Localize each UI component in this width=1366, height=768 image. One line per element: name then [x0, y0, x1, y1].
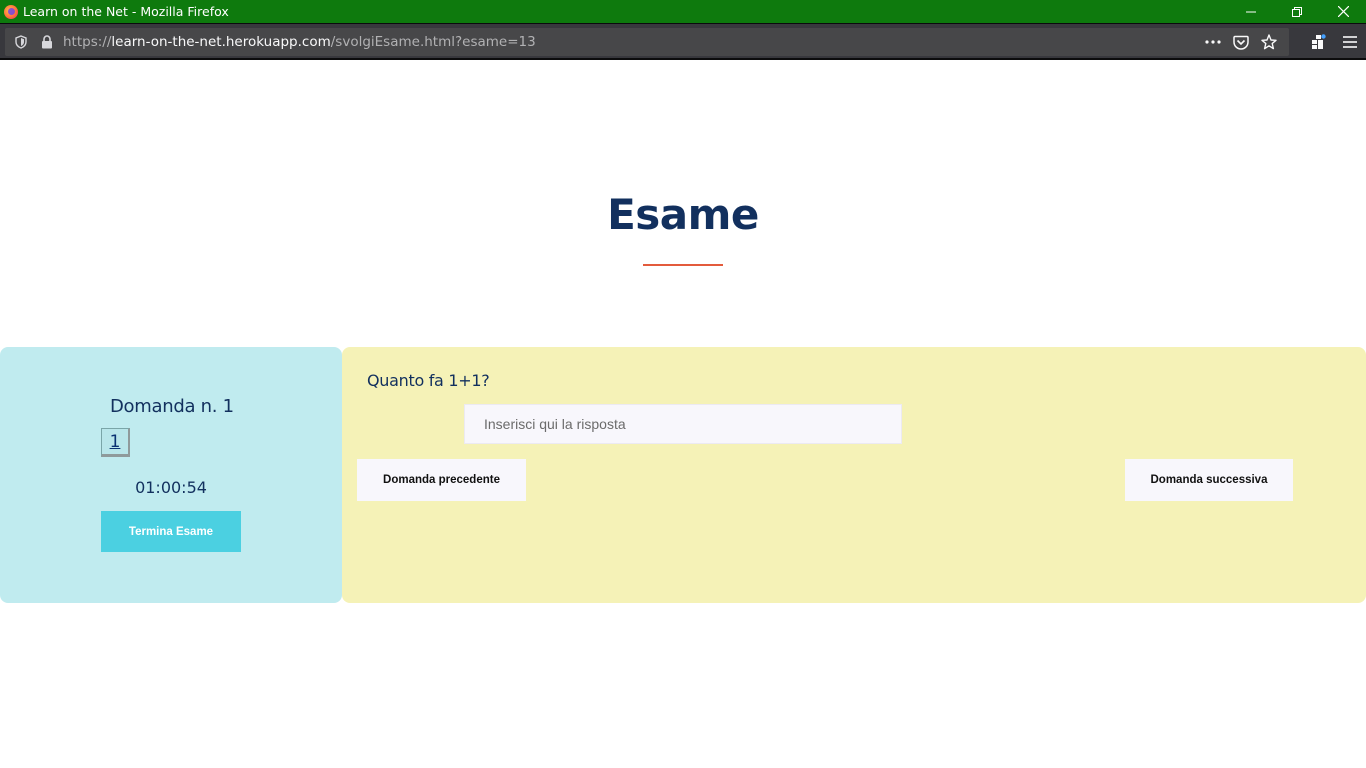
browser-toolbar: https://learn-on-the-net.herokuapp.com/s… [0, 23, 1366, 60]
next-question-button[interactable]: Domanda successiva [1125, 459, 1293, 501]
page-title: Esame [607, 190, 759, 239]
url-host: learn-on-the-net.herokuapp.com [111, 34, 331, 50]
page-actions-icon[interactable] [1199, 28, 1227, 56]
exam-sidebar-panel [0, 347, 342, 603]
firefox-logo-icon [4, 4, 18, 19]
hamburger-menu-icon[interactable] [1334, 28, 1366, 56]
restore-icon[interactable] [1274, 0, 1320, 23]
pocket-icon[interactable] [1227, 28, 1255, 56]
exam-timer: 01:00:54 [135, 478, 207, 497]
url-text[interactable]: https://learn-on-the-net.herokuapp.com/s… [63, 34, 536, 50]
end-exam-button[interactable]: Termina Esame [101, 511, 241, 552]
previous-question-button[interactable]: Domanda precedente [357, 459, 526, 501]
question-number-label: Domanda n. 1 [110, 396, 234, 417]
url-scheme: https:// [63, 34, 112, 50]
url-bar-actions [1199, 28, 1283, 56]
window-title: Learn on the Net - Mozilla Firefox [23, 4, 229, 19]
question-nav-button-1[interactable]: 1 [101, 428, 130, 457]
close-icon[interactable] [1320, 0, 1366, 23]
minimize-icon[interactable] [1228, 0, 1274, 23]
title-underline-divider [643, 264, 723, 266]
url-bar[interactable]: https://learn-on-the-net.herokuapp.com/s… [5, 28, 1289, 56]
extensions-icon[interactable] [1302, 28, 1334, 56]
url-path: /svolgiEsame.html?esame=13 [330, 34, 536, 50]
window-titlebar: Learn on the Net - Mozilla Firefox [0, 0, 1366, 23]
tracking-protection-shield-icon[interactable] [13, 34, 29, 50]
toolbar-right [1302, 28, 1366, 56]
lock-icon[interactable] [39, 34, 55, 50]
answer-input[interactable] [464, 404, 902, 444]
question-text: Quanto fa 1+1? [367, 371, 490, 390]
bookmark-star-icon[interactable] [1255, 28, 1283, 56]
window-controls [1228, 0, 1366, 23]
